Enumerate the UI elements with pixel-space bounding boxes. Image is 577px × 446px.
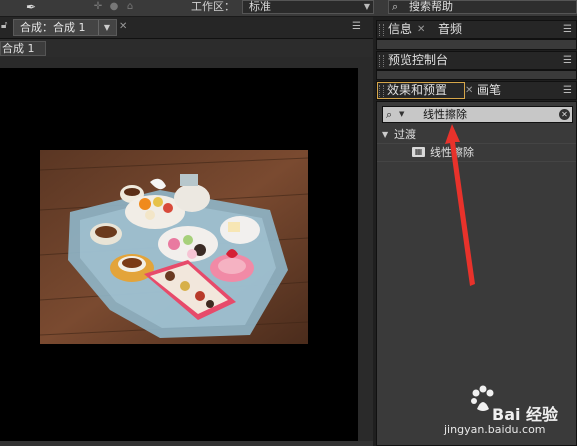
chevron-down-icon: ▼ bbox=[363, 2, 370, 11]
info-panel-body bbox=[376, 39, 577, 50]
composition-tabbar: 🔓︎ 合成：合成 1 ▼ ✕ ☰ bbox=[0, 17, 373, 39]
chevron-down-icon[interactable]: ▼ bbox=[98, 20, 115, 35]
close-icon[interactable]: ✕ bbox=[417, 22, 425, 37]
panel-grip[interactable] bbox=[379, 55, 384, 67]
category-label: 过渡 bbox=[394, 128, 416, 141]
composition-image bbox=[40, 150, 308, 344]
preview-panel-body bbox=[376, 70, 577, 80]
watermark: Bai 经验 jingyan.baidu.com bbox=[440, 381, 577, 446]
tab-preview[interactable]: 预览控制台 bbox=[388, 53, 448, 68]
help-search-text: 搜索帮助 bbox=[409, 0, 453, 13]
tab-effects-presets-label: 效果和预置 bbox=[387, 83, 448, 97]
tab-composition[interactable]: 合成：合成 1 ▼ bbox=[13, 19, 117, 36]
viewer-scrollbar[interactable] bbox=[359, 68, 373, 441]
info-panel-tabbar: 信息 ✕ 音频 ☰ bbox=[376, 20, 577, 39]
help-search-input[interactable]: ⌕ 搜索帮助 bbox=[388, 0, 577, 14]
search-icon: ⌕ bbox=[386, 108, 393, 121]
workspace-label: 工作区： bbox=[191, 0, 235, 13]
composition-subtab-label: 合成 1 bbox=[2, 42, 35, 55]
viewer-bottom-bar bbox=[0, 441, 373, 446]
tab-effects-presets[interactable]: 效果和预置 bbox=[377, 82, 465, 99]
pen-tool-icon[interactable]: ✒ bbox=[22, 0, 40, 14]
composition-subbar: 合成 1 bbox=[0, 39, 373, 57]
tab-info[interactable]: 信息 bbox=[388, 22, 412, 37]
composition-tab-label: 合成：合成 1 bbox=[20, 21, 86, 34]
chevron-down-icon[interactable]: ▼ bbox=[399, 107, 404, 122]
triangle-down-icon[interactable]: ▼ bbox=[382, 128, 388, 142]
clear-icon[interactable]: ✕ bbox=[559, 109, 570, 120]
panel-menu-icon[interactable]: ☰ bbox=[563, 22, 572, 37]
workspace-select[interactable]: 标准 ▼ bbox=[242, 0, 374, 14]
panel-menu-icon[interactable]: ☰ bbox=[563, 83, 572, 98]
close-icon[interactable]: ✕ bbox=[465, 83, 473, 98]
annotation-arrow bbox=[445, 124, 475, 286]
dot-icon[interactable]: ● bbox=[108, 1, 120, 13]
workspace-value: 标准 bbox=[249, 0, 271, 13]
panel-menu-icon[interactable]: ☰ bbox=[352, 20, 361, 34]
search-icon: ⌕ bbox=[392, 0, 399, 13]
effects-panel-tabbar: 效果和预置 ✕ 画笔 ☰ bbox=[376, 81, 577, 100]
panel-menu-icon[interactable]: ☰ bbox=[563, 53, 572, 68]
effect-preset-icon: ▦ bbox=[412, 147, 425, 157]
panel-grip[interactable] bbox=[379, 24, 384, 36]
tab-audio[interactable]: 音频 bbox=[438, 22, 462, 37]
close-icon[interactable]: ✕ bbox=[119, 20, 127, 34]
composition-subtab[interactable]: 合成 1 bbox=[0, 41, 46, 56]
watermark-brand: Bai 经验 bbox=[492, 405, 559, 424]
tab-brushes[interactable]: 画笔 bbox=[477, 83, 501, 98]
preview-panel-tabbar: 预览控制台 ☰ bbox=[376, 51, 577, 70]
crosshair-icon[interactable]: ✛ bbox=[92, 1, 104, 13]
pin-icon[interactable]: ⌂ bbox=[124, 1, 136, 13]
panel-grip[interactable] bbox=[379, 85, 384, 97]
watermark-url: jingyan.baidu.com bbox=[444, 423, 546, 436]
top-toolbar: ✒ ✛ ● ⌂ 工作区： 标准 ▼ ⌕ 搜索帮助 bbox=[0, 0, 577, 17]
lock-icon[interactable]: 🔓︎ bbox=[1, 20, 11, 34]
